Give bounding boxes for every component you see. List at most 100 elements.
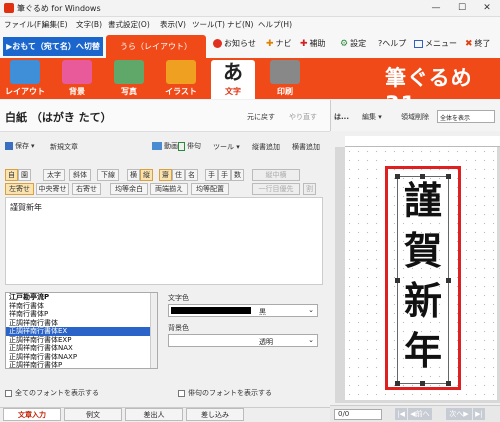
settings-link[interactable]: ⚙ 設定 bbox=[340, 38, 366, 49]
menu-help[interactable]: ヘルプ(H) bbox=[258, 19, 292, 30]
menu-text[interactable]: 文字(B) bbox=[76, 19, 102, 30]
text-color-select[interactable]: 黒 ⌄ bbox=[168, 304, 318, 317]
first-page-button[interactable]: |◀ bbox=[395, 408, 407, 420]
panel-title: 白紙 （はがき たて） bbox=[5, 111, 112, 124]
navi-link[interactable]: ✚ ナビ bbox=[266, 38, 292, 49]
resize-handle[interactable] bbox=[446, 381, 451, 386]
menu-view[interactable]: 表示(V) bbox=[160, 19, 186, 30]
show-haiku-fonts-checkbox[interactable]: 俳句のフォントを表示する bbox=[178, 388, 272, 398]
resize-handle[interactable] bbox=[446, 174, 451, 179]
bold-button[interactable]: 太字 bbox=[43, 169, 65, 181]
text-input-area[interactable]: 謹賀新年 bbox=[5, 197, 323, 285]
align-right-button[interactable]: 右寄せ bbox=[72, 183, 101, 195]
maximize-button[interactable]: ☐ bbox=[449, 0, 475, 17]
italic-button[interactable]: 斜体 bbox=[69, 169, 91, 181]
minimize-button[interactable]: — bbox=[423, 0, 449, 17]
close-button[interactable]: ✕ bbox=[474, 0, 500, 17]
help-link[interactable]: ?ヘルプ bbox=[378, 38, 406, 49]
format-garden-button[interactable]: 園 bbox=[18, 169, 31, 181]
next-page-button[interactable]: 次へ▶ bbox=[446, 408, 472, 420]
font-item[interactable]: 正調祥南行書体 bbox=[6, 319, 157, 328]
greeting-char-1: 謹 bbox=[404, 178, 443, 223]
add-horizontal-button[interactable]: 横書追加 bbox=[292, 142, 320, 152]
font-list[interactable]: 江戸勘亭流P 祥南行書体 祥南行書体P 正調祥南行書体 正調祥南行書体EX 正調… bbox=[5, 292, 158, 369]
underline-button[interactable]: 下線 bbox=[97, 169, 119, 181]
view-select[interactable]: 全体を表示 bbox=[437, 110, 495, 123]
justify-button[interactable]: 両端揃え bbox=[150, 183, 188, 195]
split-button[interactable]: 割 bbox=[303, 183, 316, 195]
edit-dropdown[interactable]: 編集 ▾ bbox=[362, 112, 382, 122]
format-live-button[interactable]: 住 bbox=[172, 169, 185, 181]
add-vertical-button[interactable]: 縦書追加 bbox=[252, 142, 280, 152]
checkbox-icon bbox=[5, 389, 12, 397]
align-center-button[interactable]: 中央寄せ bbox=[36, 183, 69, 195]
background-button[interactable]: 背景 bbox=[55, 60, 99, 98]
greeting-char-3: 新 bbox=[404, 278, 443, 323]
menu-format[interactable]: 書式設定(O) bbox=[108, 19, 150, 30]
format-number-button[interactable]: 数 bbox=[231, 169, 244, 181]
video-button[interactable]: 動画 bbox=[152, 141, 178, 151]
menu-edit[interactable]: 編集(E) bbox=[42, 19, 68, 30]
notice-link[interactable]: お知らせ bbox=[213, 38, 256, 49]
font-item[interactable]: 正調祥南行書体NAXP bbox=[6, 353, 157, 362]
font-item[interactable]: 祥南行書体P bbox=[6, 310, 157, 319]
horizontal-button[interactable]: 横 bbox=[127, 169, 140, 181]
resize-handle[interactable] bbox=[395, 278, 400, 283]
text-button[interactable]: あ 文字 bbox=[211, 60, 255, 99]
tab-back-layout[interactable]: うら（レイアウト） bbox=[106, 35, 206, 58]
font-item[interactable]: 祥南行書体 bbox=[6, 302, 157, 311]
tate-chu-yoko-button[interactable]: 縦中横 bbox=[252, 169, 300, 181]
format-hand2-button[interactable]: 手 bbox=[218, 169, 231, 181]
undo-button[interactable]: 元に戻す bbox=[247, 112, 275, 122]
tab-insert[interactable]: 差し込み bbox=[186, 408, 244, 421]
font-item[interactable]: 正調祥南行書体NAX bbox=[6, 344, 157, 353]
format-hand1-button[interactable]: 手 bbox=[205, 169, 218, 181]
format-name-button[interactable]: 名 bbox=[185, 169, 198, 181]
menu-file[interactable]: ファイル(F) bbox=[4, 19, 44, 30]
greeting-char-4: 年 bbox=[404, 328, 443, 373]
font-item-selected[interactable]: 正調祥南行書体EX bbox=[6, 327, 157, 336]
distribute-button[interactable]: 均等配置 bbox=[191, 183, 229, 195]
menu-link[interactable]: メニュー bbox=[414, 38, 457, 49]
photo-button[interactable]: 写真 bbox=[107, 60, 151, 98]
resize-handle[interactable] bbox=[395, 381, 400, 386]
bg-color-select[interactable]: 透明 ⌄ bbox=[168, 334, 318, 347]
align-left-button[interactable]: 左寄せ bbox=[5, 183, 34, 195]
resize-handle[interactable] bbox=[395, 174, 400, 179]
redo-button[interactable]: やり直す bbox=[289, 112, 317, 122]
haiku-button[interactable]: 俳句 bbox=[178, 141, 201, 151]
new-text-button[interactable]: 新規文章 bbox=[50, 142, 78, 152]
prev-page-button[interactable]: ◀前へ bbox=[408, 408, 432, 420]
save-button[interactable]: 保存 ▾ bbox=[5, 141, 35, 151]
illustration-button[interactable]: イラスト bbox=[159, 60, 203, 98]
first-line-priority-button[interactable]: 一行目優先 bbox=[252, 183, 300, 195]
assist-icon: ✚ bbox=[300, 38, 308, 49]
font-list-scrollbar[interactable] bbox=[150, 293, 157, 368]
layout-icon bbox=[10, 60, 40, 84]
font-item[interactable]: 正調祥南行書体P bbox=[6, 361, 157, 368]
show-all-fonts-checkbox[interactable]: 全てのフォントを表示する bbox=[5, 388, 99, 398]
tab-text-input[interactable]: 文章入力 bbox=[3, 408, 61, 421]
format-style-button[interactable]: 齋 bbox=[159, 169, 172, 181]
even-margin-button[interactable]: 均等余白 bbox=[110, 183, 148, 195]
tab-sender[interactable]: 差出人 bbox=[125, 408, 183, 421]
tool-dropdown[interactable]: ツール ▾ bbox=[213, 142, 240, 152]
tab-examples[interactable]: 例文 bbox=[64, 408, 122, 421]
print-button[interactable]: 印刷 bbox=[263, 60, 307, 98]
format-auto-button[interactable]: 自 bbox=[5, 169, 18, 181]
exit-icon: ✖ bbox=[465, 38, 473, 49]
exit-link[interactable]: ✖ 終了 bbox=[465, 38, 491, 49]
resize-handle[interactable] bbox=[420, 381, 425, 386]
menu-tools[interactable]: ツール(T) bbox=[192, 19, 225, 30]
menu-navi[interactable]: ナビ(N) bbox=[227, 19, 253, 30]
tab-front-switch[interactable]: ▶おもて（宛て名）へ切替 bbox=[3, 37, 103, 56]
vertical-button[interactable]: 縦 bbox=[140, 169, 153, 181]
assist-link[interactable]: ✚ 補助 bbox=[300, 38, 326, 49]
resize-handle[interactable] bbox=[446, 278, 451, 283]
layout-button[interactable]: レイアウト bbox=[3, 60, 47, 98]
delete-area-button[interactable]: 領域削除 bbox=[401, 112, 429, 122]
background-icon bbox=[62, 60, 92, 84]
font-item[interactable]: 正調祥南行書体EXP bbox=[6, 336, 157, 345]
last-page-button[interactable]: ▶| bbox=[473, 408, 485, 420]
font-item[interactable]: 江戸勘亭流P bbox=[6, 293, 157, 302]
